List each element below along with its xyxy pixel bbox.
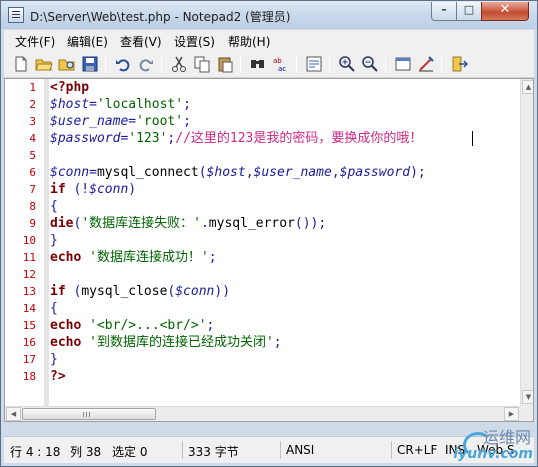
status-line-position: 行 4 : 18 — [10, 445, 61, 459]
paste-icon[interactable] — [216, 55, 234, 73]
line-number: 9 — [29, 217, 36, 230]
status-selection: 选定 0 — [112, 445, 148, 459]
line-number: 7 — [29, 183, 36, 196]
code-line: ?> — [50, 369, 66, 384]
menu-help[interactable]: 帮助(H) — [228, 33, 270, 50]
line-number: 11 — [22, 251, 36, 264]
line-number: 4 — [29, 132, 36, 145]
status-column: 列 38 — [70, 445, 102, 459]
cut-icon[interactable] — [170, 55, 188, 73]
save-icon[interactable] — [81, 55, 99, 73]
exit-icon[interactable] — [450, 55, 468, 73]
line-number: 8 — [29, 200, 36, 213]
wrap-icon[interactable] — [305, 55, 323, 73]
text-caret — [472, 131, 473, 146]
line-number: 6 — [29, 166, 36, 179]
code-comment: //这里的123是我的密码，要换成你的哦！ — [175, 131, 423, 146]
customize-icon[interactable] — [417, 55, 435, 73]
selection-margin[interactable] — [44, 79, 49, 421]
code-line: echo '数据库连接成功！'; — [50, 250, 217, 265]
code-line: { — [50, 301, 58, 316]
window-title: D:\Server\Web\test.php - Notepad2 (管理员) — [30, 10, 291, 24]
scroll-down-arrow-icon[interactable]: ▼ — [522, 390, 533, 404]
horizontal-scroll-thumb[interactable] — [22, 408, 156, 420]
scroll-left-arrow-icon[interactable]: ◀ — [6, 407, 21, 421]
status-file-size: 333 字节 — [188, 445, 239, 459]
title-bar[interactable]: D:\Server\Web\test.php - Notepad2 (管理员) … — [1, 1, 537, 29]
status-encoding[interactable]: ANSI — [286, 443, 314, 457]
close-button[interactable]: ✕ — [481, 2, 529, 21]
code-line: } — [50, 352, 58, 367]
line-number: 18 — [22, 370, 36, 383]
line-number: 1 — [29, 81, 36, 94]
line-number-gutter: 1 2 3 4 5 6 7 8 9 10 11 12 13 14 15 16 17 18 — [5, 79, 44, 421]
redo-icon[interactable] — [137, 55, 155, 73]
code-line: <?php — [50, 80, 90, 95]
scrollbar-corner — [520, 406, 533, 421]
minimize-icon: – — [441, 3, 447, 16]
line-number: 15 — [22, 319, 36, 332]
browse-icon[interactable] — [58, 55, 76, 73]
line-number: 13 — [22, 285, 36, 298]
maximize-button[interactable]: □ — [456, 2, 482, 21]
toolbar: ab ac — [4, 51, 534, 78]
code-line: $password='123';//这里的123是我的密码，要换成你的哦！ — [50, 131, 423, 146]
line-number: 5 — [29, 149, 36, 162]
code-line: if (!$conn) — [50, 182, 137, 197]
code-editor[interactable]: 1 2 3 4 5 6 7 8 9 10 11 12 13 14 15 16 17 18 <?php $host=… — [4, 78, 534, 422]
replace-icon[interactable]: ab ac — [272, 55, 290, 73]
notepad2-window: D:\Server\Web\test.php - Notepad2 (管理员) … — [0, 0, 538, 467]
code-line: echo '<br/>...<br/>'; — [50, 318, 215, 333]
horizontal-scrollbar[interactable]: ◀ ▶ — [5, 406, 520, 421]
code-line: { — [50, 199, 58, 214]
line-number: 2 — [29, 98, 36, 111]
new-file-icon[interactable] — [12, 55, 30, 73]
scroll-right-arrow-icon[interactable]: ▶ — [504, 407, 519, 421]
line-number: 10 — [22, 234, 36, 247]
menu-view[interactable]: 查看(V) — [120, 33, 162, 50]
code-line: } — [50, 233, 58, 248]
code-line: echo '到数据库的连接已经成功关闭'; — [50, 335, 282, 350]
code-area[interactable]: <?php $host='localhost'; $user_name='roo… — [50, 79, 520, 421]
scroll-up-arrow-icon[interactable]: ▲ — [522, 80, 533, 94]
line-number: 12 — [22, 268, 36, 281]
scheme-icon[interactable] — [394, 55, 412, 73]
menu-settings[interactable]: 设置(S) — [174, 33, 215, 50]
svg-text:ab: ab — [273, 57, 282, 65]
watermark-logo: 运维网 iyunv.com — [453, 428, 533, 462]
undo-icon[interactable] — [114, 55, 132, 73]
menu-edit[interactable]: 编辑(E) — [67, 33, 108, 50]
menu-file[interactable]: 文件(F) — [15, 33, 55, 50]
code-line: if (mysql_close($conn)) — [50, 284, 231, 299]
line-number: 16 — [22, 336, 36, 349]
svg-text:ac: ac — [278, 65, 286, 73]
find-icon[interactable] — [249, 55, 267, 73]
code-line: $conn=mysql_connect($host,$user_name,$pa… — [50, 165, 426, 180]
zoom-out-icon[interactable] — [361, 55, 379, 73]
code-line: $host='localhost'; — [50, 97, 191, 112]
line-number: 3 — [29, 115, 36, 128]
vertical-scrollbar[interactable]: ▲ ▼ — [520, 79, 533, 406]
code-line: $user_name='root'; — [50, 114, 191, 129]
zoom-in-icon[interactable] — [338, 55, 356, 73]
close-icon: ✕ — [499, 2, 511, 17]
status-line-ending[interactable]: CR+LF — [397, 443, 437, 457]
maximize-icon: □ — [463, 3, 475, 16]
code-line: die('数据库连接失败：'.mysql_error()); — [50, 216, 327, 231]
line-number: 17 — [22, 353, 36, 366]
minimize-button[interactable]: – — [431, 2, 457, 21]
line-number: 14 — [22, 302, 36, 315]
copy-icon[interactable] — [193, 55, 211, 73]
notepad-app-icon[interactable] — [8, 7, 24, 23]
open-folder-icon[interactable] — [35, 55, 53, 73]
menu-bar: 文件(F) 编辑(E) 查看(V) 设置(S) 帮助(H) — [4, 30, 534, 51]
